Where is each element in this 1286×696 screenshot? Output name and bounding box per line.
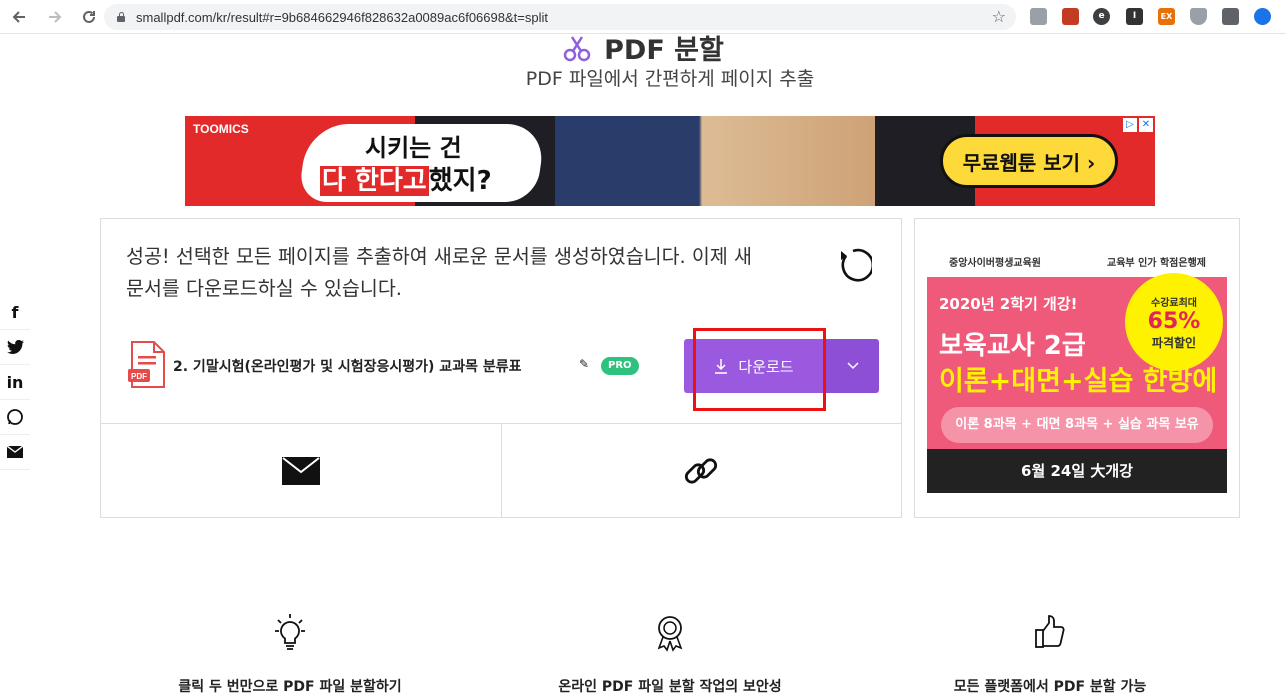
award-icon [657, 616, 683, 652]
bookmark-star-icon[interactable]: ☆ [992, 7, 1006, 26]
feature-platform-label: 모든 플랫폼에서 PDF 분할 가능 [953, 679, 1147, 695]
arrow-left-icon [12, 10, 25, 23]
envelope-icon [281, 457, 320, 485]
courses-text: 이론 8과목 + 대면 8과목 + 실습 과목 보유 [955, 417, 1199, 432]
seal-bottom: 파격할인 [1151, 335, 1197, 350]
page-subtitle: PDF 파일에서 간편하게 페이지 추출 [525, 68, 815, 90]
reload-button[interactable] [78, 6, 100, 28]
discount-seal: 수강료최대 65% 파격할인 [1125, 273, 1223, 371]
lock-icon [116, 12, 126, 22]
page-title-text: PDF 분할 [604, 35, 724, 66]
start-over-button[interactable] [834, 247, 875, 285]
side-ad-header: 중앙사이버평생교육원 교육부 인가 학점은행제 [927, 243, 1227, 277]
share-bar: f in [0, 295, 30, 470]
side-ad[interactable]: 중앙사이버평생교육원 교육부 인가 학점은행제 2020년 2학기 개강! 보육… [927, 243, 1227, 493]
lightbulb-icon [275, 614, 305, 650]
twitter-icon[interactable] [0, 330, 30, 365]
seal-percent: 65% [1147, 308, 1201, 334]
share-options [101, 423, 901, 518]
side-ad-container: 중앙사이버평생교육원 교육부 인가 학점은행제 2020년 2학기 개강! 보육… [914, 218, 1240, 518]
feature-security: 온라인 PDF 파일 분할 작업의 보안성 [520, 612, 820, 696]
address-bar[interactable]: smallpdf.com/kr/result#r=9b684662946f828… [104, 4, 1016, 30]
email-share-icon[interactable] [0, 435, 30, 470]
ex-ext-icon[interactable]: EX [1158, 8, 1175, 25]
url-text[interactable]: smallpdf.com/kr/result#r=9b684662946f828… [136, 10, 548, 25]
reload-icon [83, 10, 95, 23]
whatsapp-icon[interactable] [0, 400, 30, 435]
adchoices-icon[interactable]: ▷ [1123, 118, 1137, 132]
ad-line2: 다 한다고했지? [320, 160, 492, 197]
feature-platform: 모든 플랫폼에서 PDF 분할 가능 [900, 612, 1200, 696]
side-ad-school: 중앙사이버평생교육원 [949, 258, 1041, 269]
highlight-box [693, 328, 826, 411]
linkedin-icon[interactable]: in [0, 365, 30, 400]
feature-security-label: 온라인 PDF 파일 분할 작업의 보안성 [558, 679, 782, 695]
file-name: 2. 기말시험(온라인평가 및 시험장응시평가) 교과목 분류표 [173, 359, 522, 375]
download-options-button[interactable] [826, 339, 879, 393]
side-ad-footer: 6월 24일 大개강 [927, 449, 1227, 493]
side-ad-ministry: 교육부 인가 학점은행제 [1107, 258, 1206, 269]
scissors-icon [563, 35, 591, 61]
feature-easy-label: 클릭 두 번만으로 PDF 파일 분할하기 [178, 679, 402, 695]
ad-line2-rest: 했지? [428, 166, 492, 196]
title-row: PDF 분할 [0, 28, 1286, 67]
seal-top: 수강료최대 [1151, 297, 1197, 309]
window-ext-icon[interactable] [1222, 8, 1239, 25]
pro-badge: PRO [601, 357, 639, 375]
restart-icon [841, 248, 875, 282]
chart-ext-icon[interactable] [1254, 8, 1271, 25]
pdf-file-icon: PDF [127, 341, 167, 393]
ad-brand: TOOMICS [193, 122, 249, 136]
success-message: 성공! 선택한 모든 페이지를 추출하여 새로운 문서를 생성하였습니다. 이제… [126, 245, 752, 300]
instapaper-ext-icon[interactable]: I [1126, 8, 1143, 25]
banner-ad[interactable]: TOOMICS 시키는 건 다 한다고했지? 무료웹툰 보기 › ▷ ✕ [185, 116, 1155, 206]
ad-line2-highlight: 다 한다고 [320, 166, 429, 196]
file-type-label: PDF [131, 372, 147, 381]
side-ad-headline1: 보육교사 2급 [939, 331, 1086, 361]
feature-easy: 클릭 두 번만으로 PDF 파일 분할하기 [140, 612, 440, 696]
ad-cta-button[interactable]: 무료웹툰 보기 › [940, 134, 1118, 188]
result-card: 성공! 선택한 모든 페이지를 추출하여 새로운 문서를 생성하였습니다. 이제… [100, 218, 902, 518]
arrow-right-icon [49, 10, 62, 23]
back-button[interactable] [8, 6, 30, 28]
pdf-ext-icon[interactable] [1062, 8, 1079, 25]
facebook-icon[interactable]: f [0, 295, 30, 330]
edit-pencil-icon[interactable]: ✎ [579, 357, 589, 371]
forward-button[interactable] [44, 6, 66, 28]
ad-close-icon[interactable]: ✕ [1139, 118, 1153, 132]
shield-ext-icon[interactable] [1190, 8, 1207, 25]
link-option[interactable] [500, 424, 902, 518]
screen-ext-icon[interactable] [1030, 8, 1047, 25]
chevron-down-icon [846, 362, 859, 370]
e-ext-icon[interactable]: e [1093, 8, 1110, 25]
ad-line1: 시키는 건 [365, 134, 462, 162]
side-ad-semester: 2020년 2학기 개강! [939, 295, 1078, 313]
link-icon [685, 458, 718, 484]
thumbs-up-icon [1035, 615, 1065, 648]
email-option[interactable] [101, 424, 501, 518]
page-title: PDF 분할 [562, 28, 724, 67]
ad-illustration [555, 116, 875, 206]
